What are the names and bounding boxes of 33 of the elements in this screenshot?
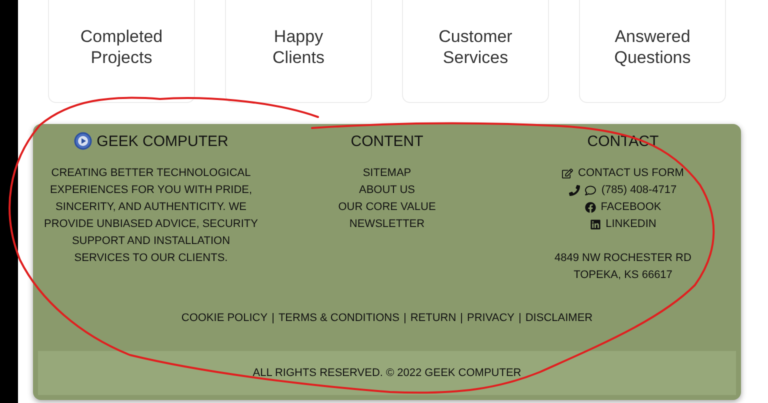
contact-link[interactable]: FACEBOOK xyxy=(584,199,662,216)
address-line: 4849 NW ROCHESTER RD xyxy=(554,251,692,266)
brand-description: CREATING BETTER TECHNOLOGICAL EXPERIENCES FOR YOU WITH PRIDE, SINCERITY, AND AUTHENTICITY. WE PROVIDE UNBIASED ADVICE, SECURITY SUPPORT AND INSTALLATION SERVICES TO OUR CLIENTS. xyxy=(44,166,258,266)
legal-link[interactable]: DISCLAIMER xyxy=(525,310,593,327)
legal-link[interactable]: TERMS & CONDITIONS xyxy=(278,310,400,327)
footer-link[interactable]: SITEMAP xyxy=(362,165,412,182)
contact-link[interactable]: (785) 408-4717 xyxy=(569,182,677,199)
legal-link[interactable]: COOKIE POLICY xyxy=(181,310,268,327)
edit-icon xyxy=(562,168,574,179)
stat-label: Answered Questions xyxy=(614,26,691,69)
legal-link[interactable]: PRIVACY xyxy=(467,310,514,327)
column-heading: CONTENT xyxy=(350,132,424,150)
address-line: TOPEKA, KS 66617 xyxy=(574,268,672,283)
stat-label: Happy Clients xyxy=(272,26,324,69)
copyright-text: ALL RIGHTS RESERVED. © 2022 GEEK COMPUTER xyxy=(252,366,522,380)
linkedin-icon xyxy=(590,219,601,230)
footer-link[interactable]: OUR CORE VALUE xyxy=(338,199,436,216)
logo-icon xyxy=(74,132,92,150)
legal-link[interactable]: RETURN xyxy=(410,310,456,327)
facebook-icon xyxy=(584,202,596,213)
phone-icon xyxy=(569,185,580,196)
footer-link[interactable]: NEWSLETTER xyxy=(349,216,425,233)
stat-label: Customer Services xyxy=(438,26,512,69)
contact-link[interactable]: CONTACT US FORM xyxy=(562,165,684,182)
brand-name: GEEK COMPUTER xyxy=(96,132,228,150)
stat-label: Completed Projects xyxy=(80,26,163,69)
footer-link[interactable]: ABOUT US xyxy=(358,182,416,199)
separator: | xyxy=(272,311,274,326)
separator: | xyxy=(518,311,522,326)
separator: | xyxy=(460,311,464,326)
separator: | xyxy=(403,311,406,326)
contact-link[interactable]: LINKEDIN xyxy=(590,216,656,233)
comment-icon xyxy=(585,185,596,196)
